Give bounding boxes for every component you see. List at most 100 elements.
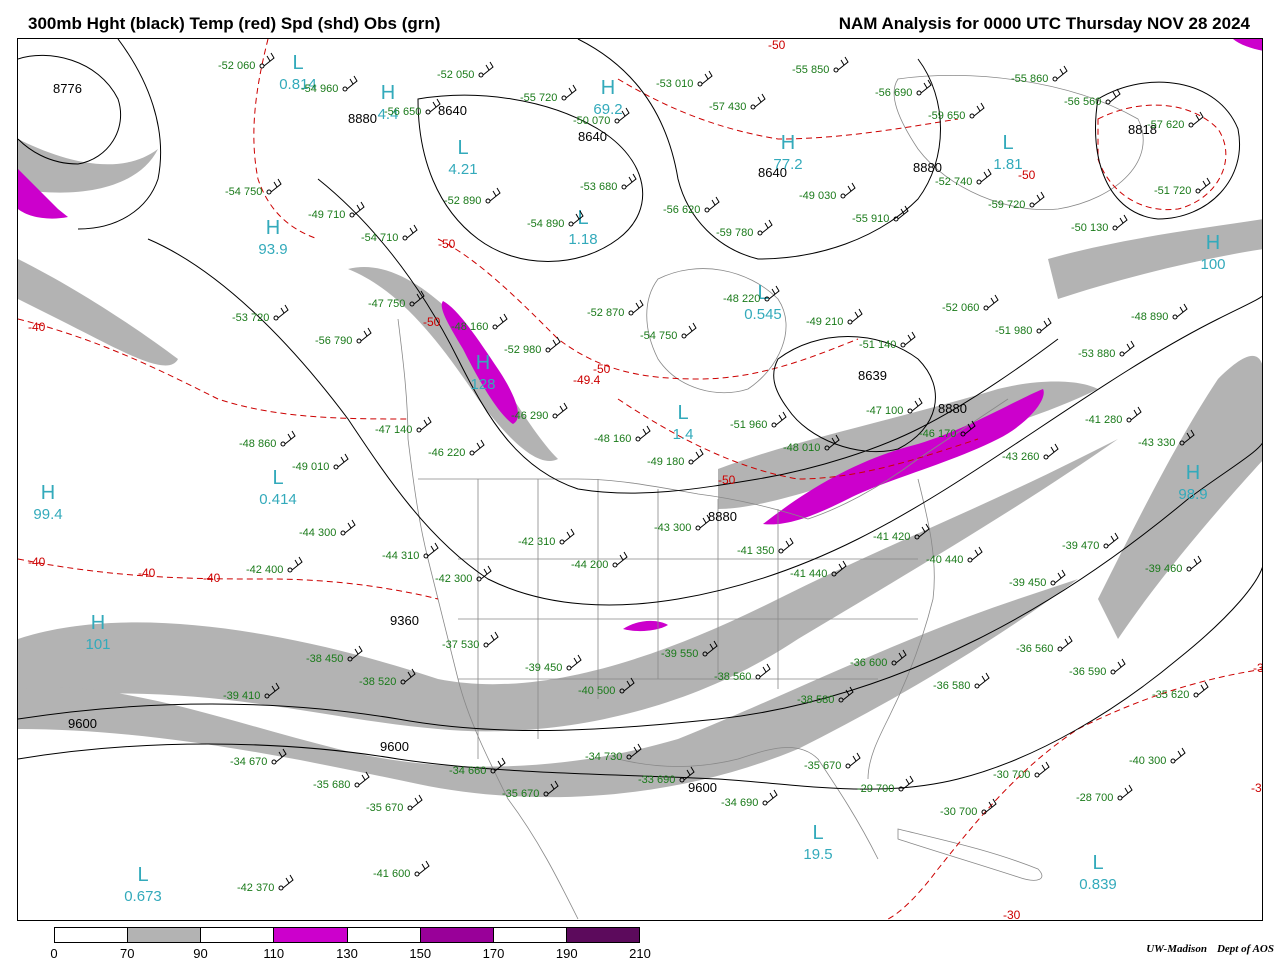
station-obs: -56 560 xyxy=(1064,96,1101,108)
station-marker xyxy=(628,310,634,316)
wind-barb xyxy=(971,546,983,561)
station-marker xyxy=(333,464,339,470)
speed-colorbar xyxy=(54,927,640,943)
station-marker xyxy=(485,198,491,204)
station-marker xyxy=(757,230,763,236)
station-marker xyxy=(559,539,565,545)
station-obs: -52 870 xyxy=(587,307,624,319)
station-obs: -35 670 xyxy=(804,760,841,772)
station-marker xyxy=(974,683,980,689)
station-marker xyxy=(1186,566,1192,572)
wind-barb xyxy=(489,187,501,202)
station-marker xyxy=(688,459,694,465)
wind-barb xyxy=(759,663,771,678)
analysis-time: NAM Analysis for 0000 UTC Thursday NOV 2… xyxy=(838,14,1250,33)
wind-barb xyxy=(337,453,349,468)
station-obs: -47 100 xyxy=(866,405,903,417)
wind-barb xyxy=(482,61,494,76)
station-obs: -33 690 xyxy=(638,774,675,786)
temperature-label: -30 xyxy=(1253,661,1263,675)
wind-barb xyxy=(1197,681,1209,696)
wind-barb xyxy=(782,537,794,552)
station-obs: -59 720 xyxy=(988,199,1025,211)
station-obs: -34 730 xyxy=(585,751,622,763)
wind-barb xyxy=(360,327,372,342)
station-obs: -51 980 xyxy=(995,325,1032,337)
wind-barb xyxy=(849,752,861,767)
station-obs: -38 580 xyxy=(797,694,834,706)
station-obs: -41 600 xyxy=(373,868,410,880)
station-obs: -38 450 xyxy=(306,653,343,665)
station-marker xyxy=(1110,669,1116,675)
chart-title: 300mb Hght (black) Temp (red) Spd (shd) … xyxy=(28,14,441,33)
pressure-center-letter: L xyxy=(1002,132,1013,154)
pressure-center-letter: H xyxy=(1186,462,1200,484)
station-marker xyxy=(414,871,420,877)
temp-contour xyxy=(884,668,1262,920)
station-obs: -56 690 xyxy=(875,87,912,99)
station-marker xyxy=(1195,188,1201,194)
station-obs: -43 330 xyxy=(1138,437,1175,449)
pressure-center-letter: L xyxy=(812,822,823,844)
station-marker xyxy=(402,235,408,241)
wind-barb xyxy=(263,52,275,67)
wind-barb xyxy=(766,789,778,804)
station-obs: -52 060 xyxy=(218,60,255,72)
station-marker xyxy=(266,189,272,195)
station-marker xyxy=(1029,202,1035,208)
pressure-center-value: 98.9 xyxy=(1178,486,1207,503)
station-obs: -39 410 xyxy=(223,690,260,702)
station-obs: -28 700 xyxy=(1076,792,1113,804)
temperature-label: -40 xyxy=(28,320,46,334)
wind-barb xyxy=(473,439,485,454)
height-label: 8776 xyxy=(53,81,82,96)
station-marker xyxy=(271,759,277,765)
station-obs: -49 710 xyxy=(308,209,345,221)
station-obs: -59 650 xyxy=(928,110,965,122)
station-marker xyxy=(483,642,489,648)
colorbar-tick-label: 110 xyxy=(263,946,285,961)
station-obs: -43 260 xyxy=(1002,451,1039,463)
station-obs: -53 720 xyxy=(232,312,269,324)
pressure-center-value: 101 xyxy=(85,636,110,653)
station-marker xyxy=(407,805,413,811)
station-marker xyxy=(1193,692,1199,698)
station-obs: -36 580 xyxy=(933,680,970,692)
station-obs: -52 060 xyxy=(942,302,979,314)
wind-barb xyxy=(985,798,997,813)
station-marker xyxy=(340,530,346,536)
colorbar-tick-label: 210 xyxy=(629,946,651,961)
colorbar-tick-label: 130 xyxy=(336,946,358,961)
greenland xyxy=(893,75,1144,211)
wind-barb xyxy=(1176,303,1188,318)
wind-barb xyxy=(277,304,289,319)
pressure-center-value: 100 xyxy=(1200,256,1225,273)
station-marker xyxy=(840,193,846,199)
station-obs: -48 010 xyxy=(783,442,820,454)
pressure-center-value: 1.81 xyxy=(993,156,1022,173)
height-label: 8880 xyxy=(708,509,737,524)
wind-barb xyxy=(284,430,296,445)
station-obs: -52 050 xyxy=(437,69,474,81)
wind-barb xyxy=(897,205,909,220)
colorbar-segment-170-190 xyxy=(493,928,567,942)
station-marker xyxy=(280,441,286,447)
height-contour xyxy=(1095,81,1240,220)
station-marker xyxy=(681,333,687,339)
height-label: 8639 xyxy=(858,368,887,383)
station-obs: -41 420 xyxy=(873,531,910,543)
wind-barb xyxy=(844,182,856,197)
pressure-center-letter: H xyxy=(476,352,490,374)
station-marker xyxy=(349,212,355,218)
wind-barb xyxy=(346,75,358,90)
wind-barb xyxy=(920,79,932,94)
pressure-center-letter: H xyxy=(91,612,105,634)
temperature-label: -50 xyxy=(718,473,736,487)
wind-barb xyxy=(563,528,575,543)
station-obs: -38 560 xyxy=(714,671,751,683)
jet-core xyxy=(623,620,668,632)
wind-barb xyxy=(851,308,863,323)
jet-band xyxy=(18,139,158,193)
station-obs: -54 750 xyxy=(640,330,677,342)
pressure-center-letter: H xyxy=(1206,232,1220,254)
